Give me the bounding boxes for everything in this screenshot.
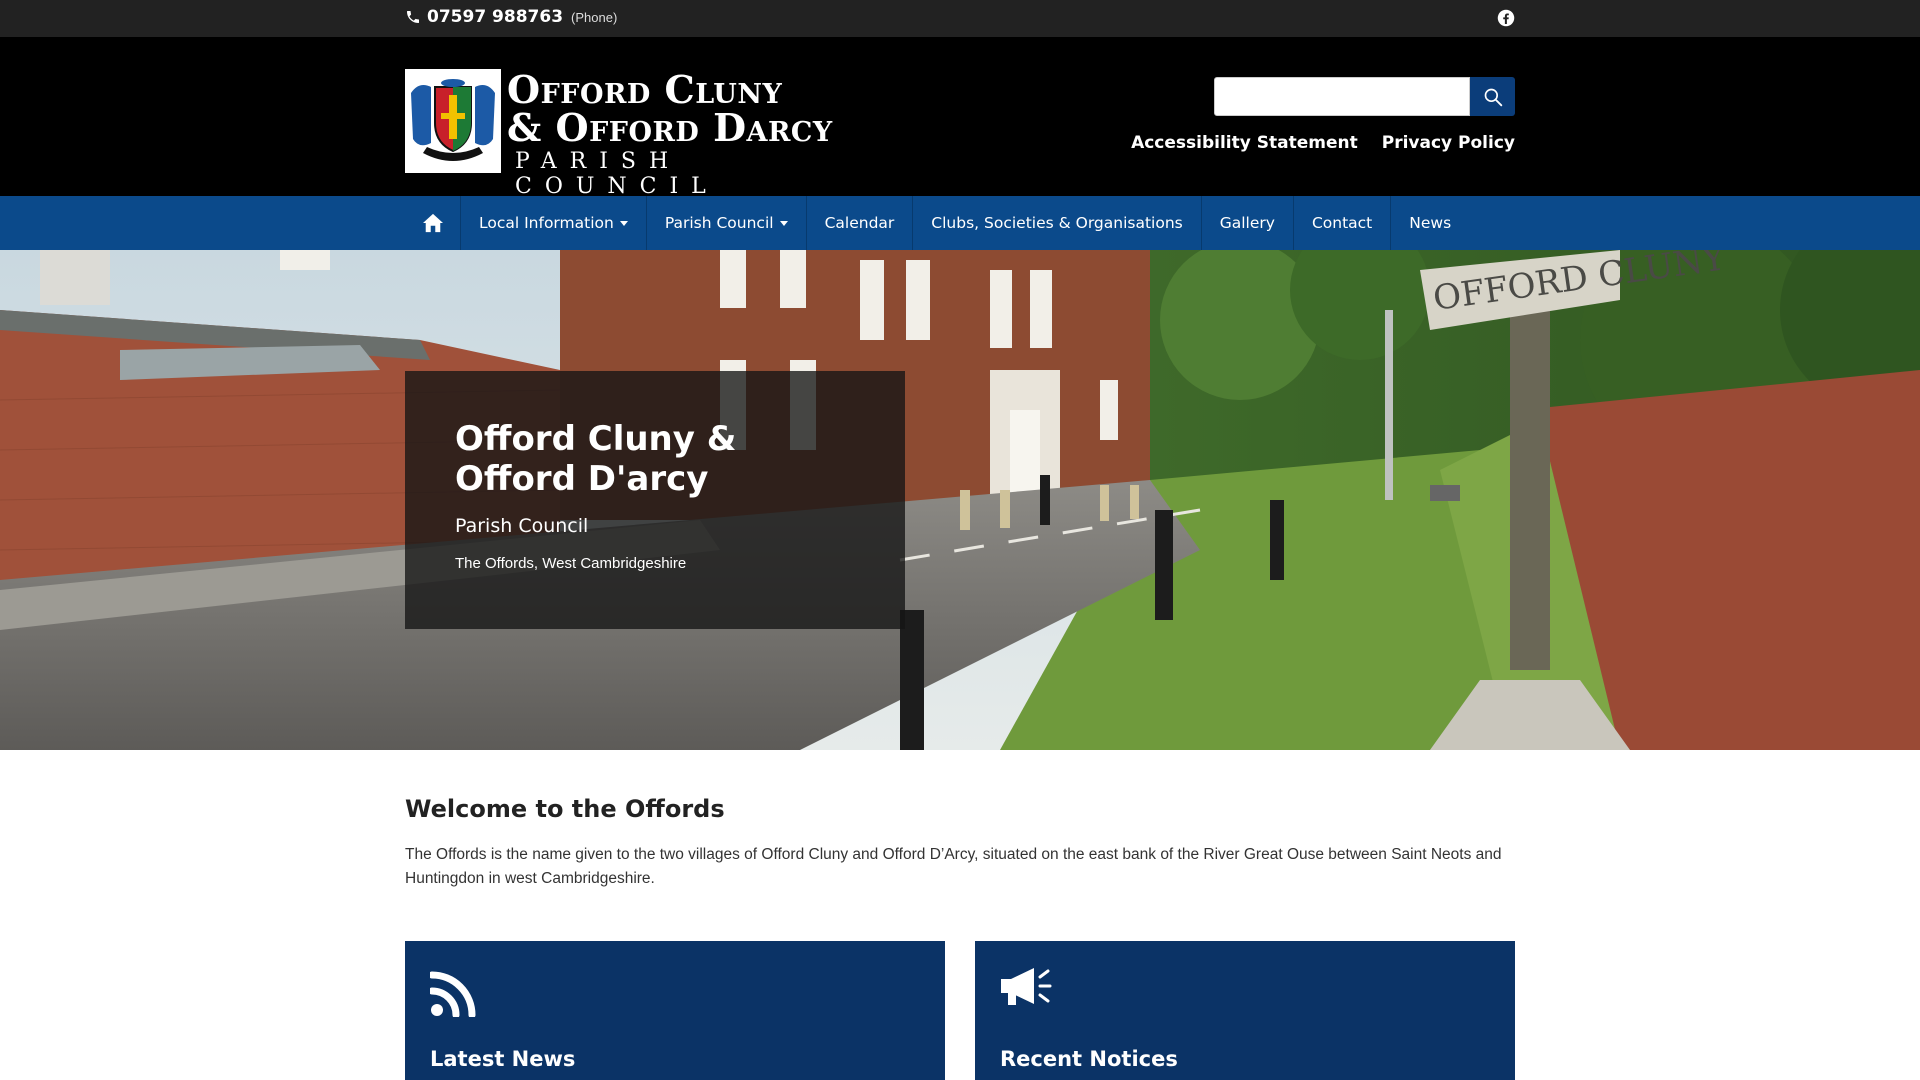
nav-label: Contact (1311, 214, 1373, 232)
hero-title: Offord Cluny & Offord D'arcy (455, 419, 737, 499)
phone-type: (Phone) (571, 9, 618, 25)
home-icon (422, 213, 443, 233)
nav-label: Calendar (824, 214, 895, 232)
welcome-section: Welcome to the Offords The Offords is th… (405, 795, 1515, 891)
nav-label: Gallery (1219, 214, 1275, 232)
header-links: Accessibility Statement Privacy Policy (1131, 133, 1515, 153)
site-header: Offord Cluny & Offord Darcy PARISH COUNC… (0, 37, 1920, 200)
nav-label: News (1409, 214, 1452, 232)
nav-contact[interactable]: Contact (1294, 196, 1392, 250)
welcome-heading: Welcome to the Offords (405, 795, 725, 823)
latest-news-card[interactable]: Latest News (405, 941, 945, 1080)
rss-icon (428, 971, 476, 1019)
main-nav: Local Information Parish Council Calenda… (0, 196, 1920, 250)
top-bar: 07597 988763 (Phone) (0, 0, 1920, 37)
village-photo: OFFORD CLUNY (0, 250, 1920, 750)
search-button[interactable] (1470, 77, 1515, 116)
search-input[interactable] (1214, 77, 1470, 116)
hero-subtitle: Parish Council (455, 515, 589, 537)
hero-panel: Offord Cluny & Offord D'arcy Parish Coun… (405, 371, 905, 629)
megaphone-icon (1001, 968, 1052, 1005)
card-title: Latest News (430, 1047, 576, 1071)
card-title: Recent Notices (1000, 1047, 1178, 1071)
nav-home[interactable] (405, 196, 461, 250)
recent-notices-card[interactable]: Recent Notices (975, 941, 1515, 1080)
hero-location: The Offords, West Cambridgeshire (455, 555, 687, 572)
facebook-icon[interactable] (1497, 9, 1515, 27)
logo-line-3: PARISH COUNCIL (515, 149, 719, 199)
phone-number[interactable]: 07597 988763 (427, 7, 563, 27)
site-logo[interactable]: Offord Cluny & Offord Darcy PARISH COUNC… (405, 67, 850, 200)
nav-gallery[interactable]: Gallery (1202, 196, 1294, 250)
nav-clubs-societies[interactable]: Clubs, Societies & Organisations (913, 196, 1202, 250)
accessibility-statement-link[interactable]: Accessibility Statement (1131, 133, 1358, 153)
nav-calendar[interactable]: Calendar (807, 196, 914, 250)
nav-label: Local Information (479, 214, 614, 232)
phone-icon (407, 11, 419, 23)
welcome-body: The Offords is the name given to the two… (405, 846, 1502, 887)
phone-contact[interactable]: 07597 988763 (Phone) (405, 7, 617, 27)
privacy-policy-link[interactable]: Privacy Policy (1382, 133, 1515, 153)
hero-banner: OFFORD CLUNY Offord Cluny & Offord D'arc… (0, 250, 1920, 750)
search-icon (1484, 88, 1502, 106)
caret-down-icon (619, 220, 628, 226)
nav-local-information[interactable]: Local Information (461, 196, 647, 250)
nav-parish-council[interactable]: Parish Council (647, 196, 807, 250)
caret-down-icon (779, 220, 788, 226)
logo-wordmark: Offord Cluny & Offord Darcy PARISH COUNC… (501, 67, 850, 200)
nav-label: Parish Council (664, 214, 774, 232)
logo-line-2: & Offord Darcy (507, 105, 833, 150)
nav-label: Clubs, Societies & Organisations (931, 214, 1183, 232)
nav-news[interactable]: News (1391, 196, 1469, 250)
crest-icon (405, 69, 501, 173)
logo-line-1: Offord Cluny (507, 67, 783, 112)
site-search (1214, 77, 1515, 116)
